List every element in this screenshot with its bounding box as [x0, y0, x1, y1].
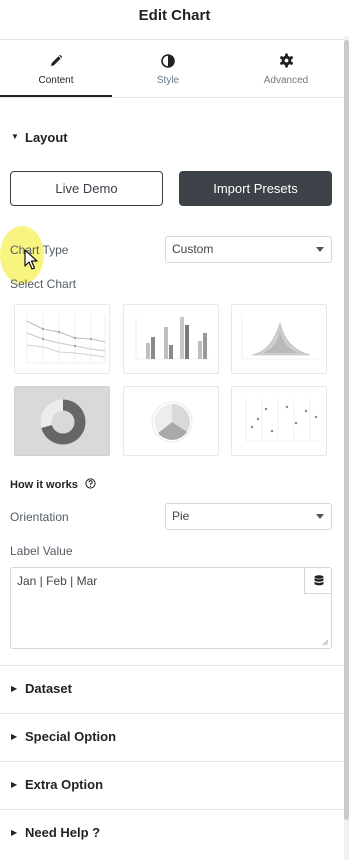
- section-extra-option-title: Extra Option: [25, 777, 104, 792]
- orientation-select[interactable]: Pie: [165, 503, 332, 530]
- section-need-help-toggle[interactable]: ▶ Need Help ?: [0, 813, 344, 853]
- scatter-chart-icon: [245, 397, 320, 442]
- radar-chart-option[interactable]: [231, 304, 327, 374]
- caret-right-icon: ▶: [11, 684, 18, 693]
- divider: [0, 713, 344, 714]
- bar-chart-option[interactable]: [123, 304, 219, 374]
- database-icon: [314, 575, 324, 586]
- section-special-option-toggle[interactable]: ▶ Special Option: [0, 717, 344, 757]
- caret-right-icon: ▶: [11, 732, 18, 741]
- contrast-icon: [112, 53, 224, 69]
- question-circle-icon: [85, 476, 96, 494]
- live-demo-button[interactable]: Live Demo: [10, 171, 163, 206]
- resize-handle-icon[interactable]: [322, 639, 329, 646]
- radar-chart-icon: [241, 315, 320, 360]
- divider: [0, 97, 344, 98]
- section-layout-toggle[interactable]: ▼ Layout: [0, 118, 344, 158]
- pie-chart-option[interactable]: [123, 386, 219, 456]
- gear-icon: [230, 53, 342, 69]
- scrollbar-thumb[interactable]: [344, 40, 349, 820]
- section-special-option-title: Special Option: [25, 729, 117, 744]
- divider: [0, 39, 344, 40]
- divider: [0, 761, 344, 762]
- bar-chart-icon: [135, 317, 210, 360]
- chart-type-value: Custom: [172, 242, 214, 256]
- tab-style-label: Style: [156, 75, 180, 86]
- caret-right-icon: ▶: [11, 780, 18, 789]
- label-value-label: Label Value: [10, 544, 73, 558]
- divider: [0, 665, 344, 666]
- chevron-down-icon: [316, 247, 324, 252]
- tab-content[interactable]: Content: [0, 41, 112, 98]
- section-dataset-toggle[interactable]: ▶ Dataset: [0, 669, 344, 709]
- tab-advanced[interactable]: Advanced: [230, 41, 342, 97]
- label-value-textarea[interactable]: Jan | Feb | Mar: [10, 567, 332, 649]
- tab-style[interactable]: Style: [112, 41, 224, 97]
- dynamic-tags-button[interactable]: [304, 567, 332, 594]
- caret-down-icon: ▼: [11, 132, 19, 141]
- line-chart-icon: [26, 315, 106, 364]
- panel-scrollbar[interactable]: [344, 36, 349, 860]
- scatter-chart-option[interactable]: [231, 386, 327, 456]
- doughnut-chart-icon: [40, 399, 86, 445]
- select-chart-label: Select Chart: [10, 277, 77, 291]
- chart-type-label: Chart Type: [10, 243, 69, 257]
- section-dataset-title: Dataset: [25, 681, 72, 696]
- section-layout-title: Layout: [25, 130, 68, 145]
- doughnut-chart-option[interactable]: [14, 386, 110, 456]
- how-it-works-link[interactable]: How it works: [10, 475, 96, 491]
- how-it-works-label: How it works: [10, 479, 78, 491]
- mouse-pointer-icon: [24, 249, 38, 270]
- tab-advanced-label: Advanced: [263, 75, 309, 86]
- orientation-value: Pie: [172, 509, 190, 523]
- tab-content-label: Content: [38, 75, 74, 86]
- pie-chart-icon: [151, 401, 193, 443]
- line-chart-option[interactable]: [14, 304, 110, 374]
- divider: [0, 809, 344, 810]
- caret-right-icon: ▶: [11, 828, 18, 837]
- section-extra-option-toggle[interactable]: ▶ Extra Option: [0, 765, 344, 805]
- section-need-help-title: Need Help ?: [25, 825, 101, 840]
- pencil-icon: [0, 53, 112, 69]
- chart-type-select[interactable]: Custom: [165, 236, 332, 263]
- label-value-text: Jan | Feb | Mar: [17, 574, 98, 588]
- orientation-label: Orientation: [10, 510, 69, 524]
- chevron-down-icon: [316, 514, 324, 519]
- panel-title: Edit Chart: [138, 7, 211, 24]
- tab-bar: Content Style Advanced: [0, 41, 344, 98]
- panel-header: Edit Chart: [0, 0, 349, 36]
- import-presets-button[interactable]: Import Presets: [179, 171, 332, 206]
